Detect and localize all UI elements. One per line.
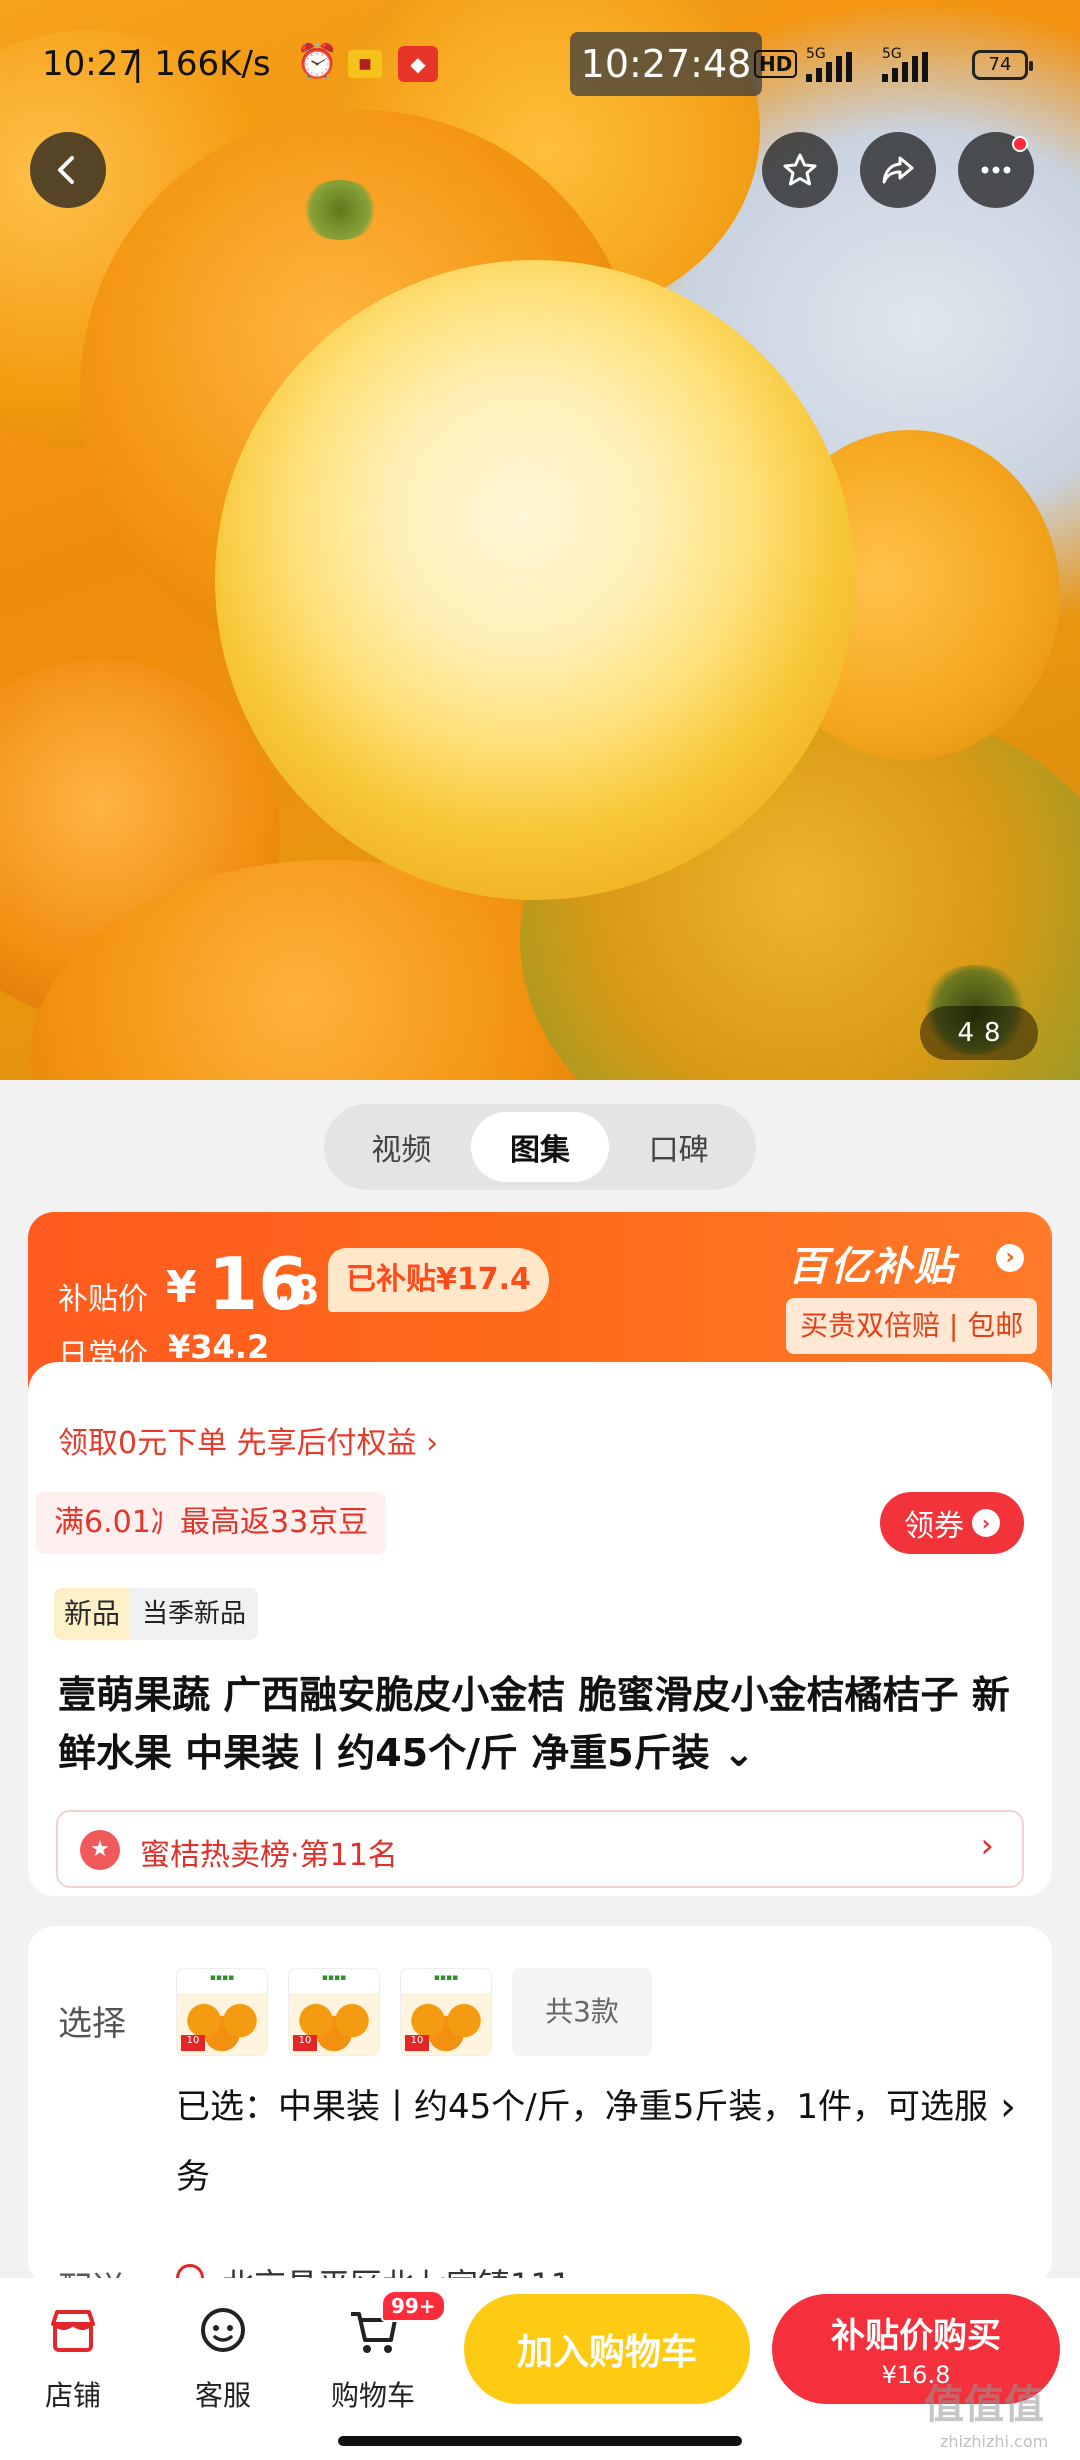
favorite-button[interactable]	[762, 132, 838, 208]
price-decimal: .8	[276, 1268, 320, 1314]
cart-icon: 99+	[341, 2290, 446, 2364]
subsidy-price-label: 补贴价	[58, 1282, 148, 1317]
signal-bars-icon	[806, 52, 856, 82]
ranking-bar[interactable]: ★ 蜜桔热卖榜·第11名 ›	[56, 1810, 1024, 1888]
tab-reviews[interactable]: 口碑	[609, 1112, 748, 1182]
signal-bars-icon	[882, 52, 932, 82]
add-to-cart-button[interactable]: 加入购物车	[464, 2294, 750, 2404]
customer-service-button[interactable]: 客服	[158, 2300, 288, 2414]
alarm-icon: ⏰	[296, 42, 339, 82]
image-total: 8	[984, 1018, 1001, 1048]
cart-label: 购物车	[330, 2379, 415, 2412]
network-speed: | 166K/s	[132, 44, 271, 84]
battery-icon: 74	[972, 50, 1033, 80]
medal-icon: ★	[80, 1830, 120, 1870]
billion-subsidy-logo[interactable]: 百亿补贴	[788, 1234, 956, 1292]
image-index: 4	[957, 1018, 974, 1048]
app-notification-icon: ◆	[398, 46, 438, 82]
more-button[interactable]	[958, 132, 1034, 208]
back-button[interactable]	[30, 132, 106, 208]
guarantee-tag: 买贵双倍赔 | 包邮	[786, 1298, 1038, 1354]
star-icon	[783, 153, 817, 186]
back-arrow-icon	[58, 156, 74, 184]
variant-thumbnail[interactable]: ▪▪▪▪ 10	[176, 1968, 268, 2056]
store-label: 店铺	[44, 2379, 101, 2412]
ranking-text: 蜜桔热卖榜·第11名	[140, 1838, 398, 1873]
new-tag-label: 新品	[54, 1588, 131, 1640]
service-label: 客服	[194, 2379, 251, 2412]
new-product-tag: 新品 当季新品	[54, 1588, 259, 1640]
tab-video[interactable]: 视频	[332, 1112, 471, 1182]
subsidized-badge: 已补贴¥17.4	[328, 1248, 549, 1312]
product-info-card: 领取0元下单 先享后付权益 › 满6.01减6 最高返33京豆 领券 › 新品 …	[28, 1362, 1052, 1896]
notification-dot	[1012, 136, 1028, 152]
daily-price-value: ¥34.2	[168, 1328, 270, 1366]
select-label: 选择	[58, 2004, 126, 2044]
promo-chip[interactable]: 最高返33京豆	[162, 1492, 387, 1554]
selected-spec[interactable]: 已选：中果装丨约45个/斤，净重5斤装，1件，可选服务	[176, 2072, 1006, 2212]
chat-icon	[191, 2300, 255, 2364]
variant-count[interactable]: 共3款	[512, 1968, 652, 2056]
hd-icon: HD	[754, 50, 798, 78]
tab-gallery[interactable]: 图集	[470, 1112, 610, 1182]
share-icon	[882, 156, 914, 184]
currency-symbol: ¥	[166, 1262, 197, 1313]
bottom-action-bar: 店铺 客服 99+ 购物车 加入购物车 补贴价购买 ¥16.8	[0, 2278, 1080, 2460]
media-tabs: 视频 图集 口碑	[324, 1104, 756, 1190]
product-title[interactable]: 壹萌果蔬 广西融安脆皮小金桔 脆蜜滑皮小金桔橘桔子 新鲜水果 中果装丨约45个/…	[58, 1666, 1038, 1782]
clock-chip: 10:27:48	[570, 32, 762, 96]
image-counter: 4 8	[920, 1006, 1038, 1060]
chevron-right-icon[interactable]: ›	[996, 1244, 1024, 1272]
home-indicator[interactable]	[338, 2436, 742, 2446]
cart-count-badge: 99+	[381, 2290, 446, 2322]
app-notification-icon: ■	[348, 50, 382, 78]
new-tag-text: 当季新品	[130, 1588, 259, 1640]
chevron-right-icon[interactable]: ›	[1000, 2084, 1016, 2130]
store-icon	[41, 2300, 105, 2364]
watermark-url: zhizhizhi.com	[940, 2432, 1049, 2451]
fruit-stem	[300, 180, 380, 240]
get-coupon-button[interactable]: 领券 ›	[880, 1492, 1024, 1554]
coupon-label: 领券	[904, 1509, 964, 1544]
watermark: 值值值	[924, 2382, 1044, 2428]
chevron-right-icon: ›	[972, 1509, 1000, 1537]
variant-thumbnail[interactable]: ▪▪▪▪ 10	[288, 1968, 380, 2056]
pay-later-link[interactable]: 领取0元下单 先享后付权益 ›	[58, 1418, 438, 1462]
buy-label: 补贴价购买	[831, 2316, 1001, 2356]
status-time: 10:27	[42, 44, 140, 84]
share-button[interactable]	[860, 132, 936, 208]
cart-button[interactable]: 99+ 购物车	[308, 2290, 446, 2414]
status-bar: 10:27 | 166K/s ⏰ ■ ◆ 10:27:48 HD 5G 5G 7…	[0, 32, 1080, 102]
options-card: 选择 ▪▪▪▪ 10 ▪▪▪▪ 10 ▪▪▪▪ 10 共3款 已选：中果装丨约45个/…	[28, 1926, 1052, 2310]
hero-fruit-cut	[215, 260, 855, 900]
variant-thumbnail[interactable]: ▪▪▪▪ 10	[400, 1968, 492, 2056]
chevron-right-icon: ›	[980, 1826, 994, 1866]
more-icon	[981, 166, 1011, 174]
store-button[interactable]: 店铺	[8, 2300, 138, 2414]
